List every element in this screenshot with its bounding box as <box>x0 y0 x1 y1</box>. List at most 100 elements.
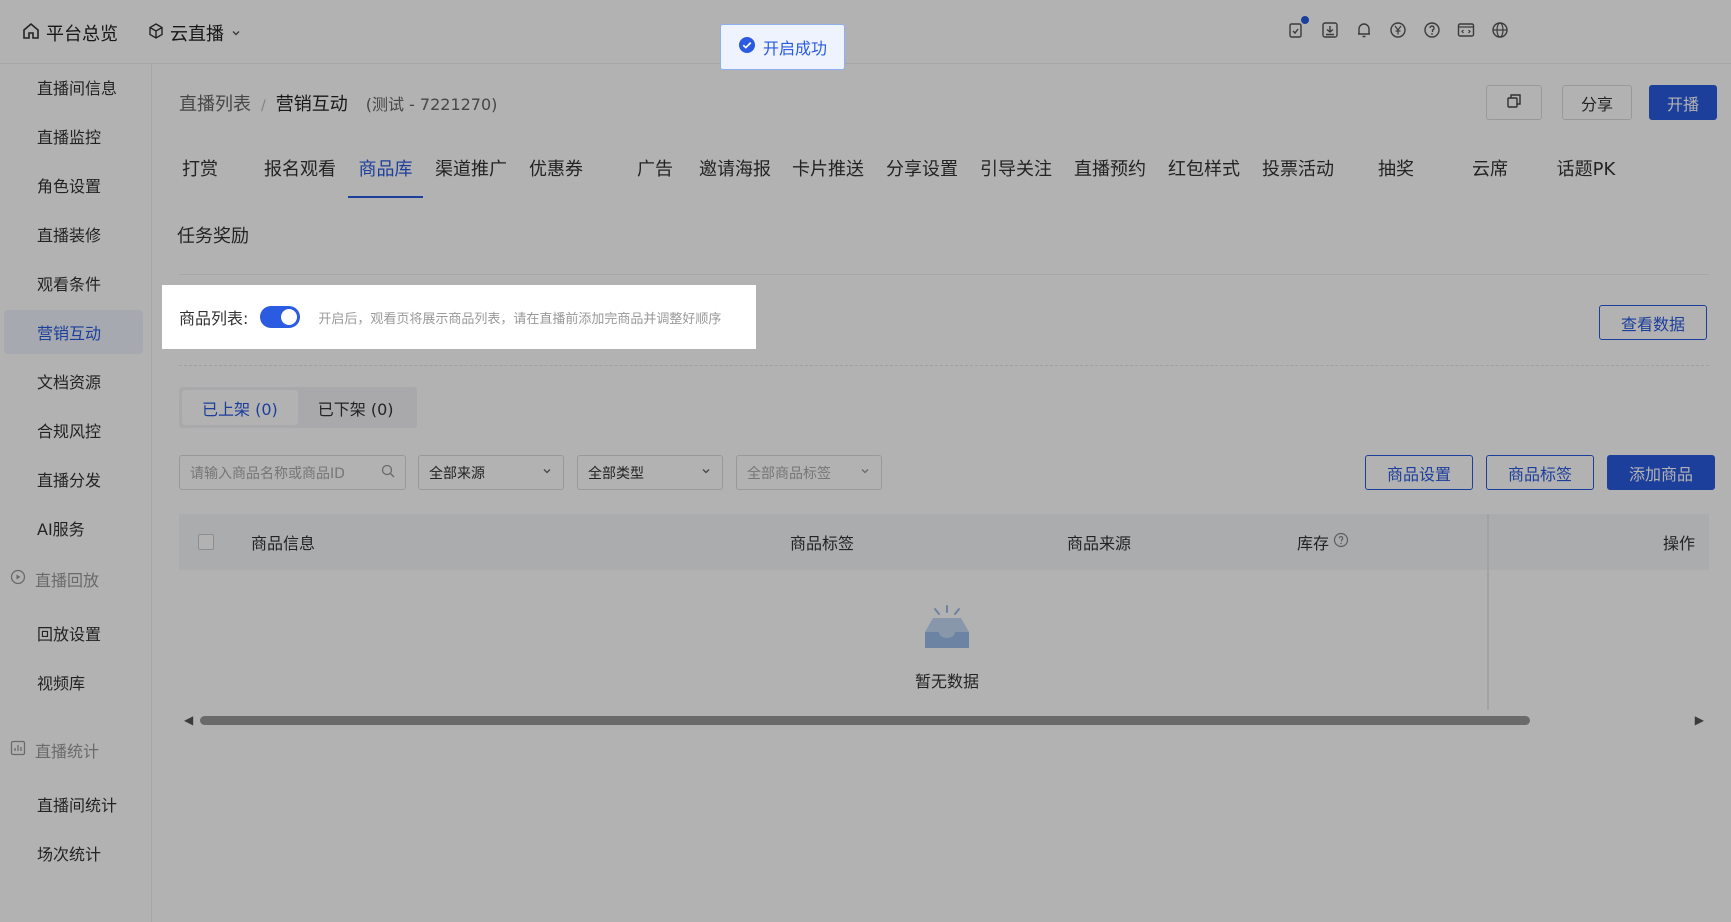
help-circle-icon[interactable] <box>1333 532 1349 552</box>
tab-label: 卡片推送 <box>792 159 864 180</box>
tab-label: 投票活动 <box>1262 159 1334 180</box>
tab-invite-poster[interactable]: 邀请海报 <box>696 148 774 188</box>
product-list-toggle-row: 商品列表: 开启后，观看页将展示商品列表，请在直播前添加完商品并调整好顺序 <box>162 285 756 349</box>
room-id-label: (测试 - 7221270) <box>365 95 498 114</box>
breadcrumb-live-list[interactable]: 直播列表 <box>179 90 251 116</box>
tab-task-rewards[interactable]: 任务奖励 <box>176 215 250 255</box>
tab-label: 云席 <box>1472 159 1508 180</box>
product-search-input[interactable]: 请输入商品名称或商品ID <box>179 455 406 490</box>
tab-live-reservation[interactable]: 直播预约 <box>1070 148 1150 188</box>
cube-icon <box>148 22 164 44</box>
column-product-tags: 商品标签 <box>790 514 854 570</box>
sidebar-item-label: 视频库 <box>37 674 86 693</box>
globe-icon[interactable] <box>1490 20 1510 40</box>
platform-overview-link[interactable]: 平台总览 <box>22 20 118 46</box>
source-select[interactable]: 全部来源 <box>418 455 564 490</box>
sidebar-item-replay-settings[interactable]: 回放设置 <box>4 611 143 655</box>
type-select-value: 全部类型 <box>588 465 644 482</box>
replay-icon <box>10 569 26 589</box>
start-live-button-label: 开播 <box>1666 94 1699 114</box>
tab-guide-follow[interactable]: 引导关注 <box>976 148 1056 188</box>
product-settings-label: 商品设置 <box>1386 464 1451 484</box>
tab-reward[interactable]: 打赏 <box>176 148 224 188</box>
sidebar-item-label: 观看条件 <box>37 275 102 294</box>
scroll-left-icon[interactable]: ◀ <box>184 713 193 727</box>
sidebar-item-distribution[interactable]: 直播分发 <box>4 457 143 501</box>
sidebar-item-room-stats[interactable]: 直播间统计 <box>4 782 143 826</box>
chart-icon <box>10 740 26 760</box>
segment-on-shelf[interactable]: 已上架 (0) <box>182 390 298 425</box>
sidebar-item-compliance[interactable]: 合规风控 <box>4 408 143 452</box>
sidebar-item-decoration[interactable]: 直播装修 <box>4 212 143 256</box>
add-product-label: 添加商品 <box>1628 464 1693 484</box>
sidebar-item-watch-conditions[interactable]: 观看条件 <box>4 261 143 305</box>
yuan-icon[interactable] <box>1388 20 1408 40</box>
sidebar-item-marketing[interactable]: 营销互动 <box>4 310 143 354</box>
sidebar-item-monitor[interactable]: 直播监控 <box>4 114 143 158</box>
tab-channel-promotion[interactable]: 渠道推广 <box>432 148 510 188</box>
tab-ads[interactable]: 广告 <box>632 148 678 188</box>
breadcrumb: 直播列表 / 营销互动 (测试 - 7221270) <box>179 90 497 116</box>
sidebar-item-label: 文档资源 <box>37 373 102 392</box>
column-label: 商品标签 <box>790 534 855 553</box>
sidebar-item-documents[interactable]: 文档资源 <box>4 359 143 403</box>
sidebar-item-label: 回放设置 <box>37 625 102 644</box>
task-icon[interactable] <box>1286 16 1309 40</box>
tag-select[interactable]: 全部商品标签 <box>736 455 882 490</box>
tab-coupon[interactable]: 优惠券 <box>526 148 586 188</box>
tab-label: 广告 <box>637 159 673 180</box>
horizontal-scrollbar[interactable]: ◀ ▶ <box>179 712 1709 728</box>
type-select[interactable]: 全部类型 <box>577 455 723 490</box>
tab-topic-pk[interactable]: 话题PK <box>1548 148 1624 188</box>
scrollbar-thumb[interactable] <box>200 716 1530 725</box>
page-title: 营销互动 <box>275 94 348 115</box>
tab-label: 打赏 <box>182 159 218 180</box>
chevron-down-icon <box>859 465 871 481</box>
tab-label: 商品库 <box>358 159 413 180</box>
copy-button[interactable] <box>1486 85 1542 120</box>
empty-inbox-icon <box>915 604 979 658</box>
tab-card-push[interactable]: 卡片推送 <box>788 148 868 188</box>
sidebar-item-roles[interactable]: 角色设置 <box>4 163 143 207</box>
product-switcher[interactable]: 云直播 <box>148 20 242 46</box>
start-live-button[interactable]: 开播 <box>1649 85 1717 120</box>
top-bar: 平台总览 云直播 <box>0 0 1731 64</box>
product-list-switch[interactable] <box>260 306 301 328</box>
product-settings-button[interactable]: 商品设置 <box>1365 455 1473 490</box>
tab-label: 邀请海报 <box>699 159 771 180</box>
share-button-label: 分享 <box>1580 94 1613 114</box>
tab-red-packet-style[interactable]: 红包样式 <box>1164 148 1244 188</box>
sidebar-item-room-info[interactable]: 直播间信息 <box>4 65 143 109</box>
segment-off-shelf[interactable]: 已下架 (0) <box>298 390 414 425</box>
bell-icon[interactable] <box>1354 20 1374 40</box>
tab-lottery[interactable]: 抽奖 <box>1374 148 1418 188</box>
breadcrumb-separator: / <box>261 98 266 114</box>
tab-product-library[interactable]: 商品库 <box>348 148 423 198</box>
tab-voting[interactable]: 投票活动 <box>1258 148 1338 188</box>
sidebar-item-ai[interactable]: AI服务 <box>4 506 143 550</box>
tab-registration[interactable]: 报名观看 <box>262 148 338 188</box>
tab-cloud-seat[interactable]: 云席 <box>1468 148 1512 188</box>
sidebar-group-replay: 直播回放 <box>10 567 99 591</box>
main-content: 直播列表 / 营销互动 (测试 - 7221270) 分享 开播 打赏 报名观看… <box>152 64 1731 922</box>
product-tags-button[interactable]: 商品标签 <box>1486 455 1594 490</box>
tab-share-settings[interactable]: 分享设置 <box>882 148 962 188</box>
tab-label: 分享设置 <box>886 159 958 180</box>
download-icon[interactable] <box>1320 20 1340 40</box>
empty-text: 暂无数据 <box>914 672 979 691</box>
add-product-button[interactable]: 添加商品 <box>1607 455 1715 490</box>
share-button[interactable]: 分享 <box>1562 85 1632 120</box>
view-data-button[interactable]: 查看数据 <box>1599 305 1707 340</box>
column-label: 商品来源 <box>1067 534 1132 553</box>
sidebar-item-session-stats[interactable]: 场次统计 <box>4 831 143 875</box>
sidebar-group-stats: 直播统计 <box>10 738 99 762</box>
help-icon[interactable] <box>1422 20 1442 40</box>
tab-label: 直播预约 <box>1074 159 1146 180</box>
select-all-checkbox[interactable] <box>198 534 214 550</box>
tab-label: 抽奖 <box>1378 159 1414 180</box>
chevron-down-icon <box>230 23 242 44</box>
search-placeholder: 请输入商品名称或商品ID <box>190 465 345 482</box>
scroll-right-icon[interactable]: ▶ <box>1695 713 1704 727</box>
code-icon[interactable] <box>1456 20 1476 40</box>
sidebar-item-video-library[interactable]: 视频库 <box>4 660 143 704</box>
